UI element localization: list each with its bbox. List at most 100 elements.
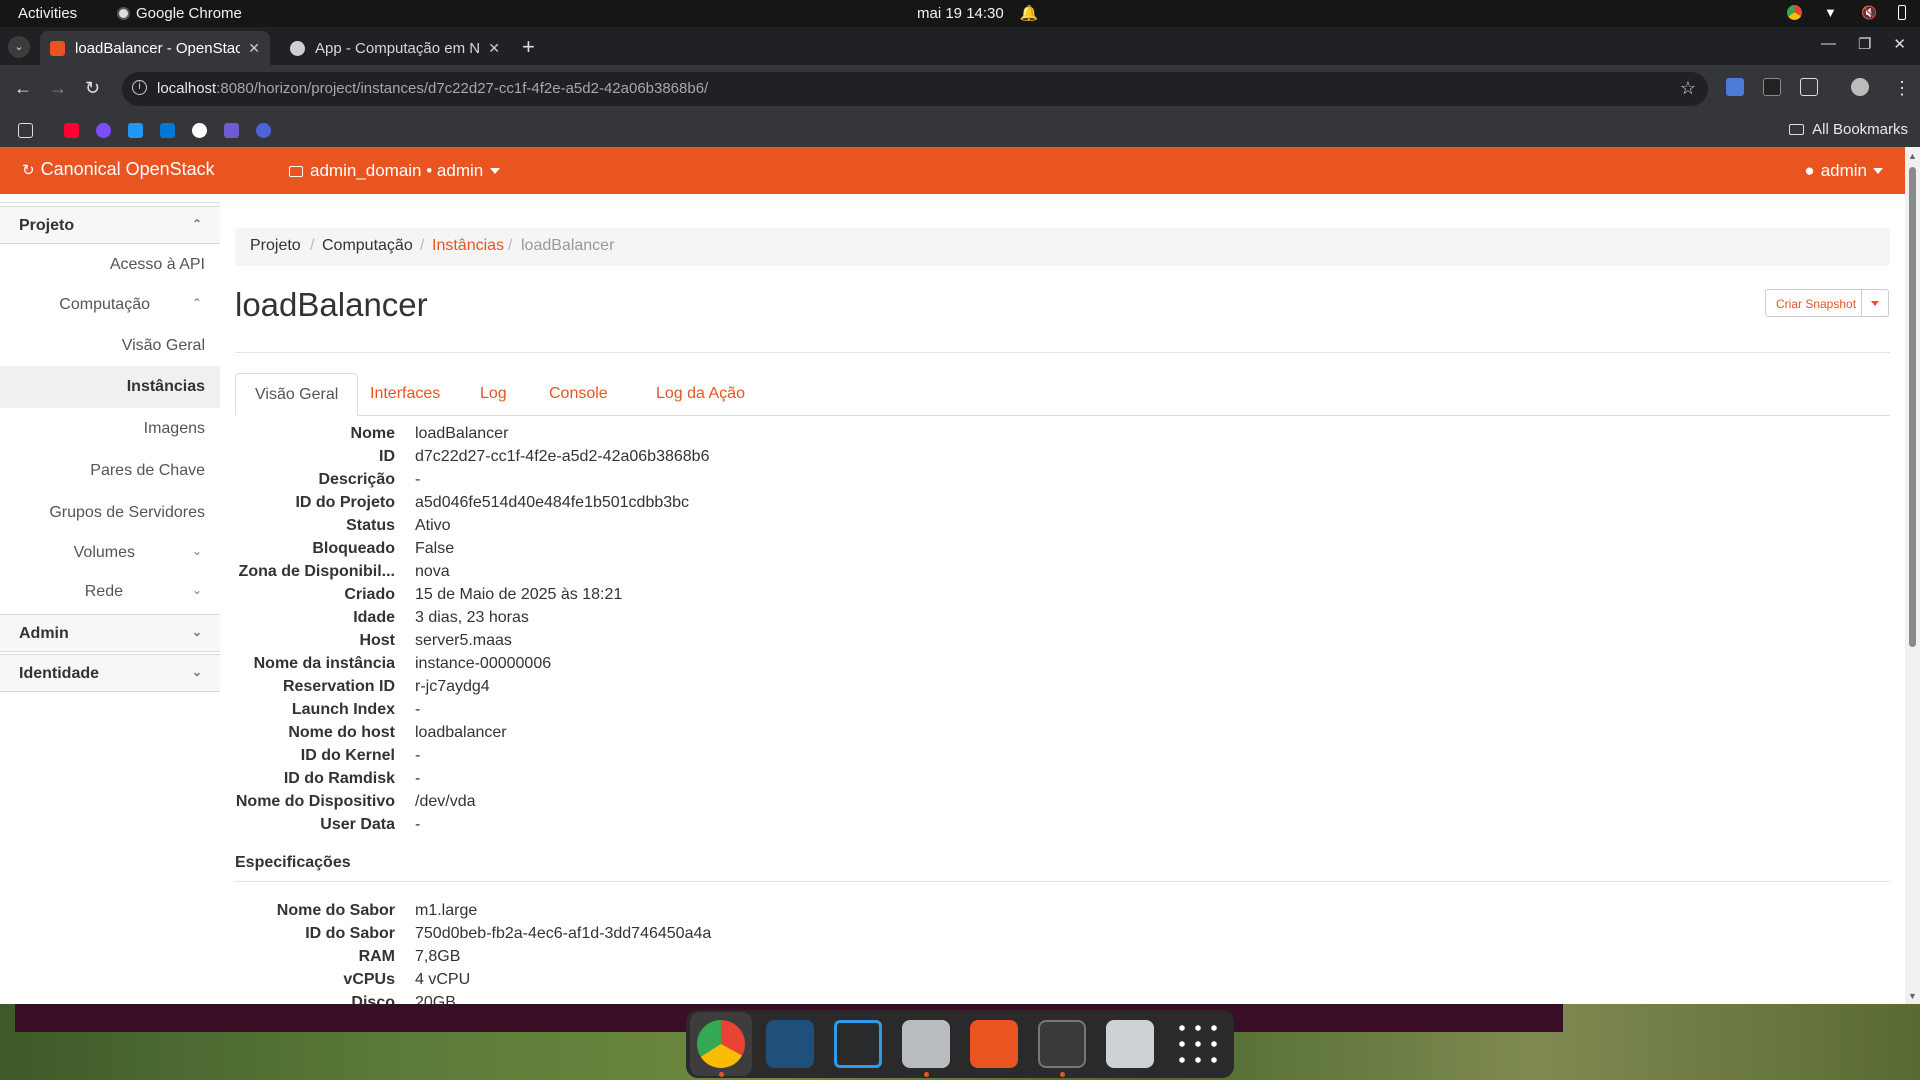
tab-log-acao[interactable]: Log da Ação [637, 373, 764, 415]
activities-button[interactable]: Activities [18, 5, 77, 22]
bookmark-icon[interactable] [128, 123, 143, 138]
detail-row: Zona de Disponibil... nova [235, 563, 1435, 586]
browser-tab-active[interactable]: loadBalancer - OpenStac ✕ [40, 31, 270, 65]
user-icon: ● [1804, 161, 1815, 180]
brand-link[interactable]: ↻ Canonical OpenStack [22, 159, 215, 180]
page-title: loadBalancer [235, 286, 428, 323]
extensions-puzzle-icon[interactable] [1800, 78, 1818, 96]
url-host: localhost [157, 80, 217, 97]
all-bookmarks-button[interactable]: All Bookmarks [1789, 121, 1908, 138]
tab-log[interactable]: Log [461, 373, 526, 415]
profile-avatar-icon[interactable] [1851, 78, 1869, 96]
youtube-bookmark-icon[interactable] [64, 123, 79, 138]
back-icon[interactable]: ← [14, 78, 32, 99]
detail-value: 750d0beb-fb2a-4ec6-af1d-3dd746450a4a [415, 925, 712, 942]
app-menu[interactable]: Google Chrome [117, 5, 242, 22]
scroll-down-icon[interactable]: ▼ [1908, 991, 1917, 1001]
page-scrollbar[interactable]: ▲ ▼ [1905, 147, 1920, 1004]
new-tab-button[interactable]: + [522, 34, 535, 60]
breadcrumb-projeto[interactable]: Projeto [250, 237, 301, 255]
tab-console[interactable]: Console [530, 373, 627, 415]
sidebar-group-computacao[interactable]: Computação ⌃ [0, 296, 220, 318]
sidebar-item-acesso-api[interactable]: Acesso à API [110, 256, 205, 274]
bookmark-icon[interactable] [256, 123, 271, 138]
minimize-icon[interactable]: — [1821, 35, 1836, 53]
detail-key: ID do Ramdisk [283, 770, 395, 787]
tab-visao-geral[interactable]: Visão Geral [235, 373, 359, 416]
close-window-icon[interactable]: ✕ [1893, 35, 1906, 53]
clock[interactable]: mai 19 14:30 🔔 [917, 4, 1038, 23]
extension-icon[interactable] [1763, 78, 1781, 96]
maximize-icon[interactable]: ❐ [1858, 35, 1871, 53]
detail-key: Nome do host [288, 724, 395, 741]
bookmark-star-icon[interactable]: ☆ [1680, 78, 1696, 99]
app-center-dock-icon[interactable] [970, 1020, 1018, 1068]
translate-extension-icon[interactable] [1726, 78, 1744, 96]
chrome-icon [117, 7, 130, 20]
sidebar-divider [0, 202, 220, 203]
scrollbar-thumb[interactable] [1909, 167, 1916, 647]
project-context-menu[interactable]: admin_domain • admin [289, 161, 501, 181]
chrome-menu-icon[interactable]: ⋮ [1893, 78, 1911, 99]
detail-value: - [415, 701, 421, 718]
create-snapshot-button[interactable]: Criar Snapshot [1765, 289, 1889, 317]
mysql-workbench-dock-icon[interactable] [766, 1020, 814, 1068]
url-text: localhost:8080/horizon/project/instances… [157, 80, 708, 97]
show-apps-grid-icon[interactable] [1174, 1020, 1222, 1068]
openstack-favicon-icon [50, 40, 65, 56]
system-tray[interactable]: ▼ 🔇 [1787, 5, 1906, 20]
detail-row: User Data - [235, 816, 1435, 839]
detail-row: ID do Ramdisk - [235, 770, 1435, 793]
reload-icon[interactable]: ↻ [85, 78, 100, 99]
address-bar[interactable]: i localhost:8080/horizon/project/instanc… [122, 72, 1708, 106]
outlook-bookmark-icon[interactable] [160, 123, 175, 138]
sidebar-section-label: Admin [19, 625, 69, 642]
openstack-header: ↻ Canonical OpenStack admin_domain • adm… [0, 147, 1905, 194]
detail-value: 4 vCPU [415, 971, 471, 988]
detail-key: ID do Sabor [305, 925, 395, 942]
forward-icon[interactable]: → [49, 78, 67, 99]
sidebar-item-grupos-servidores[interactable]: Grupos de Servidores [49, 504, 205, 522]
files-dock-icon[interactable] [902, 1020, 950, 1068]
sidebar-group-rede[interactable]: Rede ⌄ [0, 583, 220, 605]
close-tab-icon[interactable]: ✕ [488, 40, 500, 57]
chevron-up-icon: ⌃ [191, 217, 202, 231]
sidebar-group-volumes[interactable]: Volumes ⌄ [0, 544, 220, 566]
sidebar-item-instancias[interactable]: Instâncias [127, 378, 205, 396]
trash-dock-icon[interactable] [1106, 1020, 1154, 1068]
chrome-dock-icon[interactable] [697, 1020, 745, 1068]
sidebar-group-label: Computação [59, 296, 150, 313]
sidebar-item-pares-chave[interactable]: Pares de Chave [90, 462, 205, 480]
sidebar-item-imagens[interactable]: Imagens [144, 420, 205, 438]
browser-tab[interactable]: App - Computação em N ✕ [280, 31, 510, 65]
detail-value: server5.maas [415, 632, 512, 649]
detail-key: Descrição [318, 471, 396, 488]
detail-row: RAM 7,8GB [235, 948, 1435, 971]
bookmark-icon[interactable] [224, 123, 239, 138]
vscode-dock-icon[interactable] [834, 1020, 882, 1068]
apps-grid-icon[interactable] [18, 123, 33, 138]
sidebar-section-identidade[interactable]: Identidade ⌄ [0, 654, 220, 692]
user-menu[interactable]: ● admin [1804, 161, 1883, 181]
detail-value: - [415, 770, 421, 787]
sidebar-section-label: Identidade [19, 665, 100, 682]
sidebar-section-admin[interactable]: Admin ⌄ [0, 614, 220, 652]
breadcrumb-instancias[interactable]: Instâncias [432, 237, 504, 255]
breadcrumb-computacao[interactable]: Computação [322, 237, 413, 255]
site-info-icon[interactable]: i [132, 80, 147, 95]
detail-value: Ativo [415, 517, 451, 534]
detail-value: - [415, 471, 421, 488]
bookmark-icon[interactable] [96, 123, 111, 138]
scroll-up-icon[interactable]: ▲ [1908, 151, 1917, 161]
app-favicon-icon [290, 40, 305, 56]
tab-interfaces[interactable]: Interfaces [351, 373, 459, 415]
sidebar-item-visao-geral[interactable]: Visão Geral [122, 337, 205, 355]
sidebar-section-projeto[interactable]: Projeto ⌃ [0, 206, 220, 244]
bookmark-icon[interactable] [192, 123, 207, 138]
actions-dropdown-toggle[interactable] [1861, 290, 1888, 316]
terminal-dock-icon[interactable] [1038, 1020, 1086, 1068]
tab-search-button[interactable]: ⌄ [8, 36, 30, 58]
running-indicator [924, 1072, 929, 1077]
detail-row: ID do Kernel - [235, 747, 1435, 770]
close-tab-icon[interactable]: ✕ [248, 40, 260, 57]
